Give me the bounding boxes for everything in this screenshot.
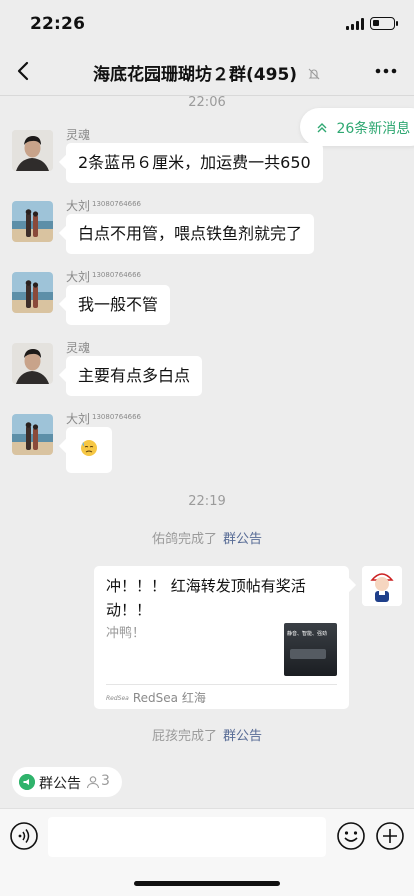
sender-name: 灵魂 <box>66 341 91 355</box>
user-icon <box>86 776 100 789</box>
chat-title: 海底花园珊瑚坊２群(495) <box>93 65 298 85</box>
announcement-count: 3 <box>101 773 110 789</box>
message-input[interactable] <box>48 817 326 857</box>
message-bubble[interactable]: 我一般不管 <box>66 285 171 325</box>
sender-name: 大刘 13080764666 <box>66 412 142 426</box>
chat-title-area[interactable]: 海底花园珊瑚坊２群(495) <box>60 60 354 85</box>
beach-couple-avatar-image <box>12 414 53 455</box>
avatar[interactable] <box>12 343 53 384</box>
thumb-text: 静音、智能、强劲 <box>287 631 328 637</box>
system-notice: 佑鸽完成了 群公告 <box>151 532 263 547</box>
sender-name: 大刘 13080764666 <box>66 270 142 284</box>
status-time: 22:26 <box>30 14 86 34</box>
thumb-device <box>290 649 326 659</box>
announcement-icon <box>19 774 35 790</box>
message-bubble[interactable]: 白点不用管，喂点铁鱼剂就完了 <box>66 214 315 254</box>
avatar[interactable] <box>362 566 402 606</box>
home-indicator <box>134 881 280 886</box>
system-notice: 屁孩完成了 群公告 <box>151 729 263 744</box>
signal-icon <box>346 18 364 30</box>
man-avatar-image <box>12 130 53 171</box>
status-bar: 22:26 <box>0 0 414 46</box>
card-description: 冲鸭！ <box>106 626 146 641</box>
card-thumbnail: 静音、智能、强劲 <box>284 623 337 676</box>
sender-name: 大刘 13080764666 <box>66 199 142 213</box>
new-messages-label: 26条新消息 <box>336 121 411 137</box>
avatar[interactable] <box>12 130 53 171</box>
beach-couple-avatar-image <box>12 272 53 313</box>
pinned-announcement[interactable]: 群公告 3 <box>12 767 122 797</box>
man-avatar-image <box>12 343 53 384</box>
announcement-link[interactable]: 群公告 <box>223 729 262 744</box>
announcement-label: 群公告 <box>39 776 81 792</box>
sender-name: 灵魂 <box>66 128 91 142</box>
cartoon-avatar-image <box>362 566 402 606</box>
card-source: RedSea RedSea 红海 <box>106 691 206 705</box>
message-bubble[interactable]: 主要有点多白点 <box>66 356 203 396</box>
voice-icon[interactable] <box>9 821 39 851</box>
divider <box>106 684 337 685</box>
battery-icon <box>370 17 398 30</box>
bell-off-icon <box>308 68 320 80</box>
nav-bar: 海底花园珊瑚坊２群(495) <box>0 46 414 96</box>
announcement-link[interactable]: 群公告 <box>223 532 262 547</box>
message-bubble[interactable]: 2条蓝吊６厘米，加运费一共650 <box>66 143 323 183</box>
beach-couple-avatar-image <box>12 201 53 242</box>
double-chevron-up-icon <box>317 123 327 133</box>
sweat-face-emoji-icon <box>81 440 97 456</box>
ellipsis-icon[interactable] <box>372 59 400 83</box>
avatar[interactable] <box>12 272 53 313</box>
redsea-logo: RedSea <box>106 695 129 702</box>
battery-fill <box>373 20 379 26</box>
emoji-icon[interactable] <box>336 821 366 851</box>
chevron-left-icon[interactable] <box>10 56 38 86</box>
avatar[interactable] <box>12 201 53 242</box>
emoji-message-bubble[interactable] <box>66 427 112 473</box>
avatar[interactable] <box>12 414 53 455</box>
timestamp: 22:19 <box>188 494 226 509</box>
link-card[interactable]: 冲！！！ 红海转发顶帖有奖活动！！ 冲鸭！ 静音、智能、强劲 RedSea Red… <box>94 566 349 709</box>
card-title: 冲！！！ 红海转发顶帖有奖活动！！ <box>106 577 306 619</box>
plus-icon[interactable] <box>375 821 405 851</box>
new-messages-button[interactable]: 26条新消息 <box>300 108 414 146</box>
